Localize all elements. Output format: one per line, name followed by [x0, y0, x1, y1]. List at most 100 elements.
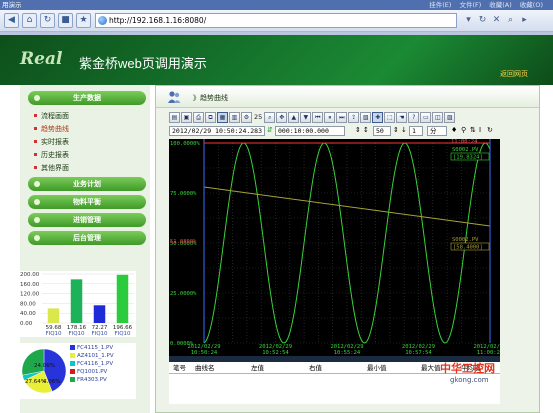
refresh-trend-icon[interactable]: ↻ — [487, 126, 493, 134]
series-value-label: [58.4000] — [453, 245, 483, 251]
browser-window: 用演示 挂件(E) 文件(F) 收藏(A) 收藏(O) ◀ ⌂ ↻ ■ ★ ht… — [0, 0, 553, 413]
step-field[interactable]: 50 — [373, 126, 391, 136]
watermark-url: gkong.com — [450, 376, 489, 384]
mini-bar — [47, 308, 60, 323]
favorites-icon[interactable]: ★ — [76, 13, 91, 28]
mini-y-tick: 0.00 — [20, 321, 33, 327]
sort-icon[interactable]: ⇅ — [470, 126, 476, 134]
back-icon[interactable]: ◀ — [4, 13, 19, 28]
watermark: 中华工控网 — [440, 363, 495, 375]
time-range-bar: 2012/02/29 10:50:24.283 ⇵ 000:10:00.000 … — [169, 126, 541, 138]
stepper-icon[interactable]: ⇕ — [355, 126, 361, 134]
chart-icon[interactable]: ▧ — [360, 112, 372, 123]
pan-icon[interactable]: ✥ — [276, 112, 288, 123]
site-banner: Real 紫金桥web页调用演示 返回网页 — [0, 35, 553, 85]
stop-icon[interactable]: ■ — [58, 13, 73, 28]
menu-item[interactable]: 挂件(E) — [429, 0, 451, 10]
legend-swatch — [70, 377, 75, 382]
sidebar-section-admin[interactable]: 后台管理 — [28, 231, 146, 245]
text-icon[interactable]: Ⅰ — [479, 126, 481, 134]
export-icon[interactable]: ⇪ — [348, 112, 360, 123]
open-icon[interactable]: ▤ — [169, 112, 180, 123]
trend-svg: 100.0000%75.0000%50.0000%25.0000%0.0000%… — [170, 139, 500, 356]
legend-swatch — [70, 369, 75, 374]
sidebar-item-history-report[interactable]: 历史报表 — [34, 149, 69, 162]
site-logo: Real — [20, 49, 63, 69]
step-spin-icon[interactable]: ⇕ — [393, 126, 399, 134]
settings-icon[interactable]: ⚙ — [241, 112, 252, 123]
forward-icon[interactable]: ▸ — [518, 13, 531, 28]
copy-icon[interactable]: ⧉ — [205, 112, 216, 123]
mini-bar — [116, 274, 129, 323]
table-icon[interactable]: ▥ — [229, 112, 240, 123]
pie-label: 24.06% — [34, 363, 55, 369]
first-icon[interactable]: ⏮ — [312, 112, 324, 123]
down-arrow-icon: ↓ — [401, 126, 407, 134]
address-text: http://192.168.1.16:8080/ — [109, 16, 207, 25]
mini-y-tick: 200.00 — [20, 272, 40, 278]
col-name: 曲线名 — [195, 364, 215, 372]
unit-select[interactable]: 分 — [427, 126, 447, 136]
layout-icon[interactable]: ▨ — [444, 112, 456, 123]
cursor-icon[interactable]: ✚ — [372, 112, 384, 123]
go-icon[interactable]: ▾ — [462, 13, 475, 28]
sidebar-item-trend[interactable]: 趋势曲线 — [34, 123, 69, 136]
panel-header: 》趋势曲线 — [156, 86, 539, 108]
globe-icon — [98, 16, 107, 25]
up-icon[interactable]: ▲ — [288, 112, 300, 123]
trend-plot[interactable]: 100.0000% 75.0000% 50.0000% 25.0000% 0.0000%… — [169, 139, 500, 356]
pause-icon[interactable]: ⏸ — [324, 112, 336, 123]
series-name-label: S0002.PV — [452, 147, 479, 153]
help-icon[interactable]: ? — [408, 112, 420, 123]
mini-bar-category: FIQ10 — [68, 331, 85, 337]
sidebar-item-other[interactable]: 其他界面 — [34, 162, 69, 175]
span-field[interactable]: 000:10:00.000 — [275, 126, 345, 136]
reload-icon[interactable]: ↻ — [476, 13, 489, 28]
marker-left-label: 51.0800% — [170, 239, 197, 245]
hand-icon[interactable]: ☚ — [396, 112, 408, 123]
sidebar-section-sales[interactable]: 进销管理 — [28, 213, 146, 227]
mini-bar-category: FIQ10 — [91, 331, 108, 337]
search-icon[interactable]: ⌕ — [504, 13, 517, 28]
col-min: 最小值 — [367, 364, 387, 372]
sidebar-item-process[interactable]: 流程画面 — [34, 110, 69, 123]
menu-item[interactable]: 收藏(A) — [489, 0, 512, 10]
down-icon[interactable]: ▼ — [300, 112, 312, 123]
panel-title: 》趋势曲线 — [193, 94, 228, 102]
mini-y-tick: 160.00 — [20, 282, 40, 288]
monitor-icon[interactable]: ▭ — [420, 112, 432, 123]
menu-item[interactable]: 文件(F) — [459, 0, 481, 10]
sidebar-item-realtime-report[interactable]: 实时报表 — [34, 136, 69, 149]
address-bar[interactable]: http://192.168.1.16:8080/ — [95, 13, 457, 28]
pin-icon[interactable]: ⚲ — [461, 126, 466, 134]
step-icon: ↕ — [363, 126, 369, 134]
legend-label: AZ4101_1.PV — [77, 353, 114, 359]
grid-icon[interactable]: ▦ — [217, 112, 228, 123]
print-icon[interactable]: ⎙ — [193, 112, 204, 123]
mini-bar-category: FIQ10 — [114, 331, 131, 337]
back-link[interactable]: 返回网页 — [500, 69, 528, 79]
window-icon[interactable]: ◫ — [432, 112, 444, 123]
legend-label: FR4303.PV — [77, 377, 107, 383]
step2-field[interactable]: 1 — [409, 126, 423, 136]
select-icon[interactable]: ⬚ — [384, 112, 396, 123]
refresh-icon[interactable]: ↻ — [40, 13, 55, 28]
col-right: 右值 — [309, 364, 322, 372]
home-icon[interactable]: ⌂ — [22, 13, 37, 28]
sidebar-section-production[interactable]: 生产数据 — [28, 91, 146, 105]
close-icon[interactable]: ✕ — [490, 13, 503, 28]
y-tick-label: 25.0000% — [170, 291, 197, 297]
legend-swatch — [70, 345, 75, 350]
legend-label: FC4115_1.PV — [77, 345, 113, 351]
save-icon[interactable]: ▣ — [181, 112, 192, 123]
start-time-field[interactable]: 2012/02/29 10:50:24.283 — [169, 126, 265, 136]
mini-pie-chart: 24.06%27.64%4.06% FC4115_1.PVAZ4101_1.PV… — [20, 343, 136, 399]
window-title: 用演示 — [2, 1, 22, 9]
mini-y-tick: 40.00 — [20, 311, 36, 317]
menu-item[interactable]: 收藏(O) — [520, 0, 543, 10]
last-icon[interactable]: ⏭ — [336, 112, 348, 123]
marker-icon[interactable]: ♦ — [451, 126, 457, 134]
zoom-icon[interactable]: ⌕ — [264, 112, 276, 123]
sidebar-section-material[interactable]: 物料平衡 — [28, 195, 146, 209]
sidebar-section-plan[interactable]: 业务计划 — [28, 177, 146, 191]
